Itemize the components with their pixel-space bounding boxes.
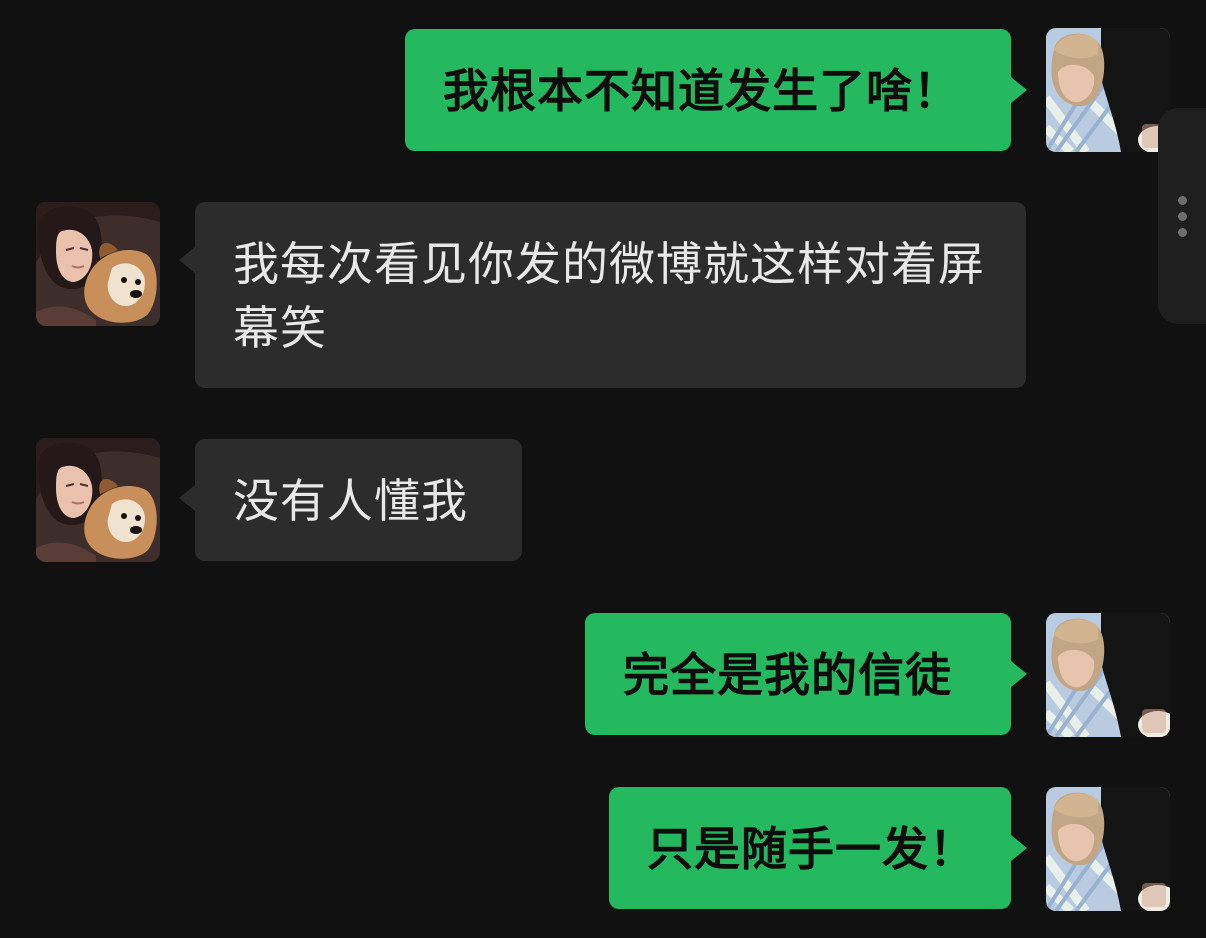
bubble-tail xyxy=(1011,77,1027,103)
message-text: 没有人懂我 xyxy=(233,474,468,528)
avatar-image xyxy=(36,438,160,562)
avatar-contact[interactable] xyxy=(36,202,160,326)
message-text: 完全是我的信徒 xyxy=(623,648,952,702)
message-bubble-incoming[interactable]: 我每次看见你发的微博就这样对着屏幕笑 xyxy=(195,202,1026,388)
avatar-me[interactable] xyxy=(1046,787,1170,911)
bubble-tail xyxy=(1011,661,1027,687)
message-bubble-outgoing[interactable]: 完全是我的信徒 xyxy=(585,613,1011,735)
avatar-me[interactable] xyxy=(1046,613,1170,737)
avatar-image xyxy=(1046,787,1170,911)
avatar-contact[interactable] xyxy=(36,438,160,562)
avatar-image xyxy=(1046,28,1170,152)
side-drawer-handle[interactable] xyxy=(1158,108,1206,324)
dot xyxy=(1178,212,1187,221)
message-bubble-outgoing[interactable]: 我根本不知道发生了啥！ xyxy=(405,29,1011,151)
message-text: 只是随手一发！ xyxy=(647,822,976,876)
dot xyxy=(1178,196,1187,205)
avatar-me[interactable] xyxy=(1046,28,1170,152)
dot xyxy=(1178,228,1187,237)
message-bubble-incoming[interactable]: 没有人懂我 xyxy=(195,439,522,561)
bubble-tail xyxy=(1011,835,1027,861)
avatar-image xyxy=(36,202,160,326)
bubble-tail xyxy=(179,485,195,511)
avatar-image xyxy=(1046,613,1170,737)
message-text: 我每次看见你发的微博就这样对着屏幕笑 xyxy=(233,237,985,355)
message-bubble-outgoing[interactable]: 只是随手一发！ xyxy=(609,787,1011,909)
bubble-tail xyxy=(179,247,195,273)
message-text: 我根本不知道发生了啥！ xyxy=(443,64,960,118)
